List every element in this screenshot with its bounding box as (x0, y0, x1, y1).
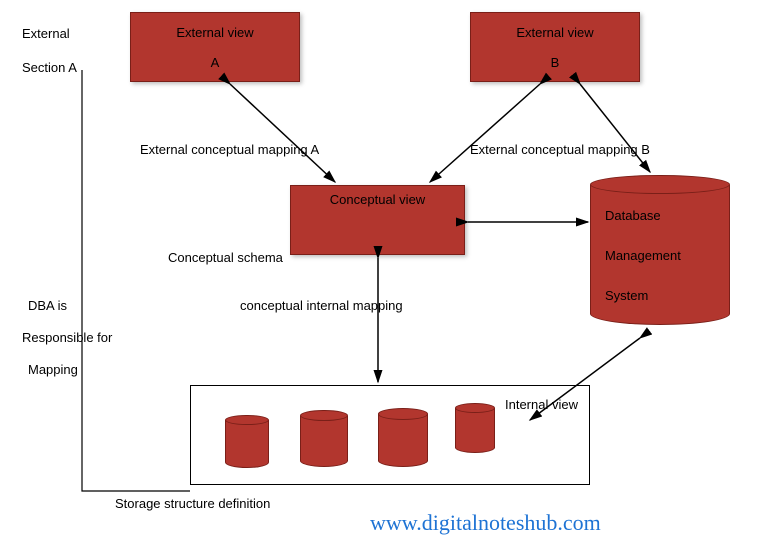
label-mapping-a: External conceptual mapping A (140, 142, 319, 157)
storage-cylinder-3 (378, 408, 428, 473)
label-conceptual-schema: Conceptual schema (168, 250, 283, 265)
conceptual-view-box: Conceptual view (290, 185, 465, 255)
storage-cylinder-4 (455, 403, 495, 458)
watermark: www.digitalnoteshub.com (370, 510, 601, 536)
label-storage-def: Storage structure definition (115, 496, 270, 511)
label-dba-3: Mapping (28, 362, 78, 377)
label-dba-2: Responsible for (22, 330, 112, 345)
external-view-a-box: External view A (130, 12, 300, 82)
diagram-canvas: External view A External view B Conceptu… (0, 0, 768, 536)
external-view-b-box: External view B (470, 12, 640, 82)
label-section-a: Section A (22, 60, 77, 75)
external-view-a-sub: A (135, 55, 295, 70)
external-view-a-title: External view (135, 25, 295, 40)
storage-cylinder-1 (225, 415, 269, 473)
label-conceptual-internal: conceptual internal mapping (240, 298, 403, 313)
conceptual-view-title: Conceptual view (295, 192, 460, 207)
external-view-b-title: External view (475, 25, 635, 40)
label-mapping-b: External conceptual mapping B (470, 142, 650, 157)
external-view-b-sub: B (475, 55, 635, 70)
label-external: External (22, 26, 70, 41)
dbms-label-2: Management (605, 248, 681, 263)
label-internal-view: Internal view (505, 397, 578, 412)
dbms-label-3: System (605, 288, 648, 303)
label-dba-1: DBA is (28, 298, 67, 313)
dbms-label-1: Database (605, 208, 661, 223)
storage-cylinder-2 (300, 410, 348, 473)
